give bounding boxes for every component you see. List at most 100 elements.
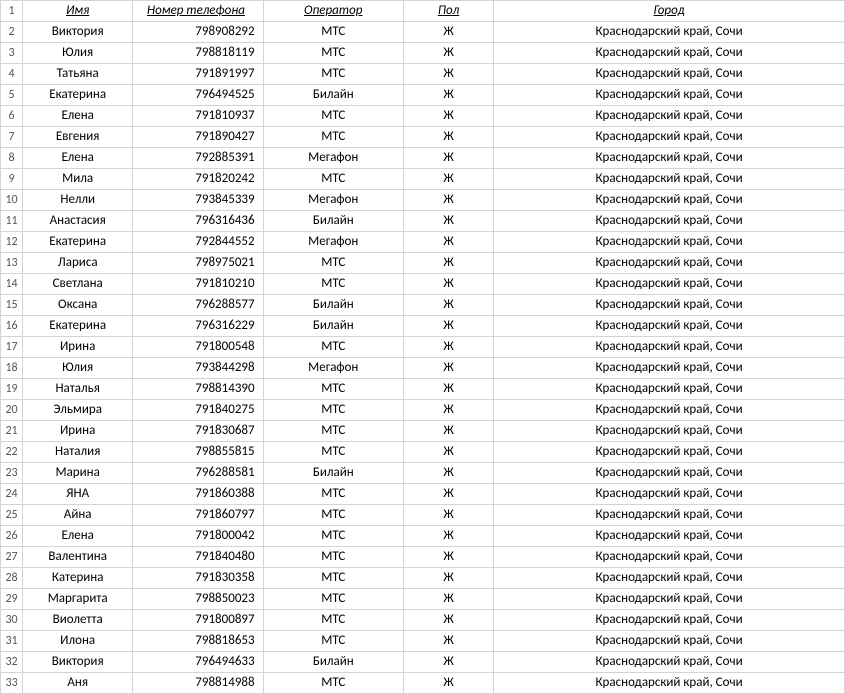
cell-name[interactable]: Лариса [23,253,133,274]
row-number[interactable]: 24 [1,484,23,505]
row-number[interactable]: 15 [1,295,23,316]
row-number[interactable]: 4 [1,64,23,85]
cell-city[interactable]: Краснодарский край, Сочи [494,106,845,127]
row-number[interactable]: 16 [1,316,23,337]
cell-operator[interactable]: Мегафон [263,148,403,169]
cell-city[interactable]: Краснодарский край, Сочи [494,295,845,316]
cell-operator[interactable]: Билайн [263,652,403,673]
cell-phone[interactable]: 791860388 [133,484,263,505]
cell-city[interactable]: Краснодарский край, Сочи [494,316,845,337]
row-number[interactable]: 12 [1,232,23,253]
cell-sex[interactable]: Ж [403,43,493,64]
cell-phone[interactable]: 796288581 [133,463,263,484]
cell-phone[interactable]: 798908292 [133,22,263,43]
cell-sex[interactable]: Ж [403,568,493,589]
cell-name[interactable]: Айна [23,505,133,526]
row-number[interactable]: 31 [1,631,23,652]
header-city[interactable]: Город [494,1,845,22]
cell-name[interactable]: Аня [23,673,133,694]
cell-name[interactable]: Елена [23,148,133,169]
header-name[interactable]: Имя [23,1,133,22]
cell-operator[interactable]: МТС [263,127,403,148]
row-number[interactable]: 13 [1,253,23,274]
row-number[interactable]: 22 [1,442,23,463]
cell-name[interactable]: Нелли [23,190,133,211]
cell-sex[interactable]: Ж [403,589,493,610]
row-number[interactable]: 17 [1,337,23,358]
cell-sex[interactable]: Ж [403,400,493,421]
row-number[interactable]: 18 [1,358,23,379]
cell-phone[interactable]: 791830687 [133,421,263,442]
cell-city[interactable]: Краснодарский край, Сочи [494,85,845,106]
cell-operator[interactable]: Билайн [263,463,403,484]
row-number[interactable]: 19 [1,379,23,400]
row-number[interactable]: 3 [1,43,23,64]
cell-city[interactable]: Краснодарский край, Сочи [494,169,845,190]
cell-operator[interactable]: МТС [263,379,403,400]
cell-name[interactable]: Ирина [23,421,133,442]
cell-city[interactable]: Краснодарский край, Сочи [494,526,845,547]
cell-name[interactable]: Эльмира [23,400,133,421]
cell-phone[interactable]: 798855815 [133,442,263,463]
cell-name[interactable]: Виолетта [23,610,133,631]
cell-sex[interactable]: Ж [403,547,493,568]
cell-sex[interactable]: Ж [403,106,493,127]
cell-city[interactable]: Краснодарский край, Сочи [494,505,845,526]
header-sex[interactable]: Пол [403,1,493,22]
cell-operator[interactable]: Мегафон [263,358,403,379]
cell-operator[interactable]: МТС [263,274,403,295]
cell-name[interactable]: Екатерина [23,85,133,106]
cell-phone[interactable]: 792844552 [133,232,263,253]
row-number-header[interactable]: 1 [1,1,23,22]
cell-phone[interactable]: 796494633 [133,652,263,673]
cell-city[interactable]: Краснодарский край, Сочи [494,589,845,610]
cell-operator[interactable]: МТС [263,64,403,85]
cell-city[interactable]: Краснодарский край, Сочи [494,190,845,211]
cell-city[interactable]: Краснодарский край, Сочи [494,484,845,505]
header-phone[interactable]: Номер телефона [133,1,263,22]
cell-operator[interactable]: Билайн [263,211,403,232]
cell-operator[interactable]: МТС [263,421,403,442]
cell-city[interactable]: Краснодарский край, Сочи [494,211,845,232]
row-number[interactable]: 23 [1,463,23,484]
cell-name[interactable]: Мила [23,169,133,190]
row-number[interactable]: 6 [1,106,23,127]
header-operator[interactable]: Оператор [263,1,403,22]
cell-operator[interactable]: МТС [263,505,403,526]
row-number[interactable]: 14 [1,274,23,295]
cell-city[interactable]: Краснодарский край, Сочи [494,148,845,169]
cell-operator[interactable]: МТС [263,526,403,547]
cell-name[interactable]: Елена [23,106,133,127]
cell-phone[interactable]: 791830358 [133,568,263,589]
cell-city[interactable]: Краснодарский край, Сочи [494,421,845,442]
row-number[interactable]: 32 [1,652,23,673]
cell-operator[interactable]: МТС [263,442,403,463]
cell-name[interactable]: Виктория [23,652,133,673]
cell-name[interactable]: Оксана [23,295,133,316]
cell-city[interactable]: Краснодарский край, Сочи [494,463,845,484]
cell-name[interactable]: Елена [23,526,133,547]
cell-city[interactable]: Краснодарский край, Сочи [494,442,845,463]
cell-phone[interactable]: 791800548 [133,337,263,358]
cell-city[interactable]: Краснодарский край, Сочи [494,274,845,295]
cell-phone[interactable]: 791810937 [133,106,263,127]
cell-sex[interactable]: Ж [403,64,493,85]
cell-sex[interactable]: Ж [403,358,493,379]
cell-phone[interactable]: 792885391 [133,148,263,169]
cell-phone[interactable]: 791840480 [133,547,263,568]
cell-phone[interactable]: 796288577 [133,295,263,316]
cell-operator[interactable]: Билайн [263,316,403,337]
cell-name[interactable]: Евгения [23,127,133,148]
cell-sex[interactable]: Ж [403,526,493,547]
cell-name[interactable]: Валентина [23,547,133,568]
row-number[interactable]: 33 [1,673,23,694]
cell-name[interactable]: Анастасия [23,211,133,232]
cell-city[interactable]: Краснодарский край, Сочи [494,610,845,631]
cell-name[interactable]: Юлия [23,43,133,64]
cell-name[interactable]: Наталия [23,442,133,463]
row-number[interactable]: 10 [1,190,23,211]
cell-operator[interactable]: Билайн [263,85,403,106]
cell-city[interactable]: Краснодарский край, Сочи [494,379,845,400]
cell-sex[interactable]: Ж [403,148,493,169]
cell-sex[interactable]: Ж [403,484,493,505]
